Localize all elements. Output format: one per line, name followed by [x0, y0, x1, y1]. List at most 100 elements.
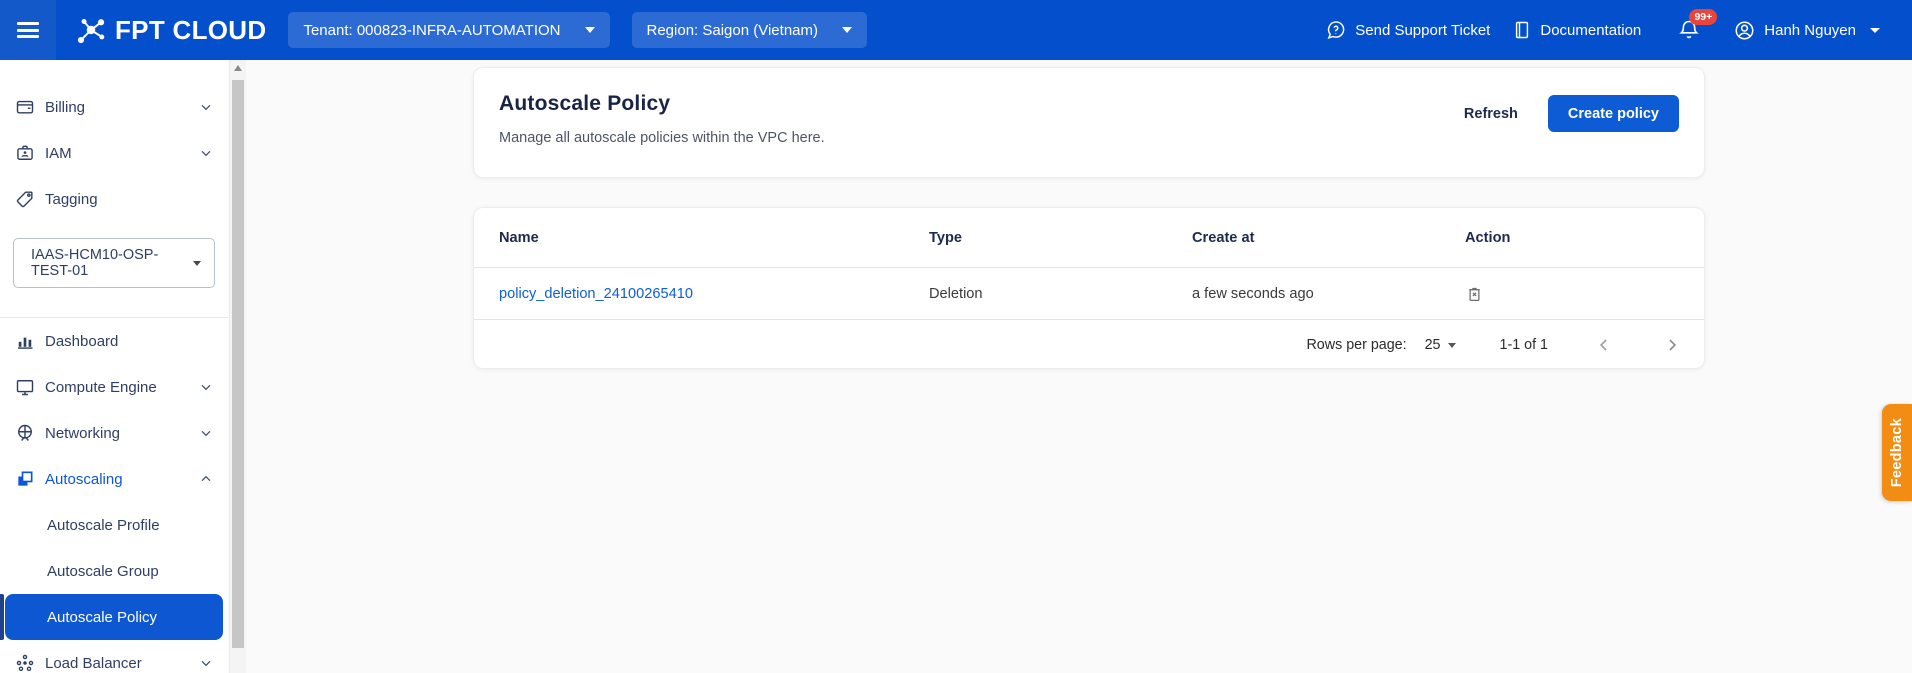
hamburger-icon: [17, 19, 39, 42]
table-header-row: Name Type Create at Action: [474, 208, 1704, 267]
rows-per-page-select[interactable]: 25: [1425, 337, 1456, 353]
sidebar-item-networking[interactable]: Networking: [0, 410, 228, 456]
support-chat-icon: [1325, 19, 1347, 41]
user-avatar-icon: [1733, 19, 1756, 42]
policy-name-link[interactable]: policy_deletion_24100265410: [499, 286, 693, 302]
notifications-button[interactable]: 99+: [1677, 18, 1701, 42]
chevron-left-icon: [1594, 335, 1614, 355]
wallet-icon: [14, 97, 36, 117]
brand-logo-text: FPT CLOUD: [115, 15, 266, 46]
table-row: policy_deletion_24100265410 Deletion a f…: [474, 268, 1704, 319]
feedback-tab[interactable]: Feedback: [1882, 404, 1912, 501]
sidebar-item-label: IAM: [45, 145, 72, 162]
chevron-down-icon: [1448, 343, 1456, 348]
brand-logo[interactable]: FPT CLOUD: [74, 14, 266, 46]
globe-icon: [14, 423, 36, 443]
column-header-create-at: Create at: [1192, 230, 1254, 246]
chevron-right-icon: [1662, 335, 1682, 355]
sidebar-item-autoscale-profile[interactable]: Autoscale Profile: [0, 502, 228, 548]
fpt-molecule-icon: [74, 14, 108, 46]
column-header-action: Action: [1465, 230, 1510, 246]
sidebar-item-label: Tagging: [45, 191, 98, 208]
monitor-icon: [14, 377, 36, 397]
rows-per-page-value: 25: [1425, 337, 1441, 353]
documentation-label: Documentation: [1540, 22, 1641, 39]
chevron-down-icon: [1870, 28, 1880, 33]
chevron-down-icon: [198, 379, 214, 395]
policy-create-at-cell: a few seconds ago: [1192, 286, 1314, 302]
create-policy-button[interactable]: Create policy: [1548, 95, 1679, 132]
feedback-label: Feedback: [1889, 418, 1905, 487]
sidebar-scrollbar[interactable]: [229, 60, 246, 673]
scrollbar-thumb[interactable]: [232, 80, 244, 648]
notification-badge: 99+: [1689, 9, 1717, 25]
autoscaling-icon: [14, 469, 36, 489]
chevron-down-icon: [842, 27, 852, 33]
document-icon: [1512, 19, 1532, 41]
sidebar-item-label: Autoscale Group: [47, 563, 159, 580]
chevron-down-icon: [585, 27, 595, 33]
bar-chart-icon: [14, 331, 36, 351]
user-menu[interactable]: Hanh Nguyen: [1733, 19, 1880, 42]
tenant-dropdown[interactable]: Tenant: 000823-INFRA-AUTOMATION: [288, 12, 609, 48]
sidebar-item-dashboard[interactable]: Dashboard: [0, 318, 228, 364]
sidebar-item-label: Dashboard: [45, 333, 118, 350]
delete-policy-button[interactable]: [1465, 284, 1484, 303]
send-support-ticket-button[interactable]: Send Support Ticket: [1325, 19, 1490, 41]
sidebar-item-tagging[interactable]: Tagging: [0, 176, 228, 222]
chevron-down-icon: [193, 261, 201, 266]
chevron-down-icon: [198, 99, 214, 115]
user-name: Hanh Nguyen: [1764, 22, 1856, 39]
chevron-down-icon: [198, 145, 214, 161]
sidebar-item-autoscaling[interactable]: Autoscaling: [0, 456, 228, 502]
sidebar-item-autoscale-policy-selected[interactable]: Autoscale Policy: [5, 594, 223, 640]
app-root: FPT CLOUD Tenant: 000823-INFRA-AUTOMATIO…: [0, 0, 1912, 673]
cluster-icon: [14, 653, 36, 673]
region-dropdown[interactable]: Region: Saigon (Vietnam): [632, 12, 868, 48]
pagination-range-label: 1-1 of 1: [1500, 337, 1548, 353]
send-support-ticket-label: Send Support Ticket: [1355, 22, 1490, 39]
rows-per-page-label: Rows per page:: [1306, 337, 1406, 353]
page-title: Autoscale Policy: [499, 92, 670, 116]
sidebar-item-billing[interactable]: Billing: [0, 84, 228, 130]
tag-icon: [14, 189, 36, 209]
chevron-down-icon: [198, 425, 214, 441]
chevron-down-icon: [198, 655, 214, 671]
region-dropdown-label: Region: Saigon (Vietnam): [647, 22, 819, 39]
sidebar-item-label: Load Balancer: [45, 655, 142, 672]
refresh-button[interactable]: Refresh: [1464, 106, 1518, 122]
vpc-selector-value: IAAS-HCM10-OSP-TEST-01: [31, 247, 193, 279]
previous-page-button[interactable]: [1594, 335, 1614, 355]
sidebar-item-load-balancer[interactable]: Load Balancer: [0, 640, 228, 673]
policy-table-card: Name Type Create at Action policy_deleti…: [473, 207, 1705, 369]
policy-type-cell: Deletion: [929, 286, 983, 302]
id-badge-icon: [14, 143, 36, 163]
sidebar-item-label: Compute Engine: [45, 379, 157, 396]
sidebar-item-label: Autoscale Profile: [47, 517, 160, 534]
sidebar-item-compute-engine[interactable]: Compute Engine: [0, 364, 228, 410]
sidebar-item-label: Billing: [45, 99, 85, 116]
tenant-dropdown-label: Tenant: 000823-INFRA-AUTOMATION: [303, 22, 560, 39]
sidebar: Billing IAM: [0, 60, 228, 673]
table-pagination: Rows per page: 25 1-1 of 1: [474, 320, 1704, 370]
top-navbar: FPT CLOUD Tenant: 000823-INFRA-AUTOMATIO…: [0, 0, 1912, 60]
sidebar-item-autoscale-group[interactable]: Autoscale Group: [0, 548, 228, 594]
sidebar-item-label: Autoscaling: [45, 471, 123, 488]
vpc-selector[interactable]: IAAS-HCM10-OSP-TEST-01: [13, 238, 215, 288]
sidebar-item-iam[interactable]: IAM: [0, 130, 228, 176]
chevron-up-icon: [198, 471, 214, 487]
column-header-type: Type: [929, 230, 962, 246]
column-header-name: Name: [499, 230, 539, 246]
trash-icon: [1465, 284, 1484, 303]
scrollbar-up-arrow-icon[interactable]: [234, 65, 242, 71]
documentation-button[interactable]: Documentation: [1512, 19, 1641, 41]
topbar-right: Send Support Ticket Documentation 9: [1325, 18, 1912, 42]
menu-button[interactable]: [0, 0, 56, 60]
main-content: Autoscale Policy Manage all autoscale po…: [246, 60, 1912, 673]
sidebar-item-label: Networking: [45, 425, 120, 442]
page-subtitle: Manage all autoscale policies within the…: [499, 130, 825, 146]
page-actions: Refresh Create policy: [1464, 95, 1679, 132]
page-header-card: Autoscale Policy Manage all autoscale po…: [473, 67, 1705, 178]
next-page-button[interactable]: [1662, 335, 1682, 355]
selected-item-indicator: [0, 594, 4, 640]
